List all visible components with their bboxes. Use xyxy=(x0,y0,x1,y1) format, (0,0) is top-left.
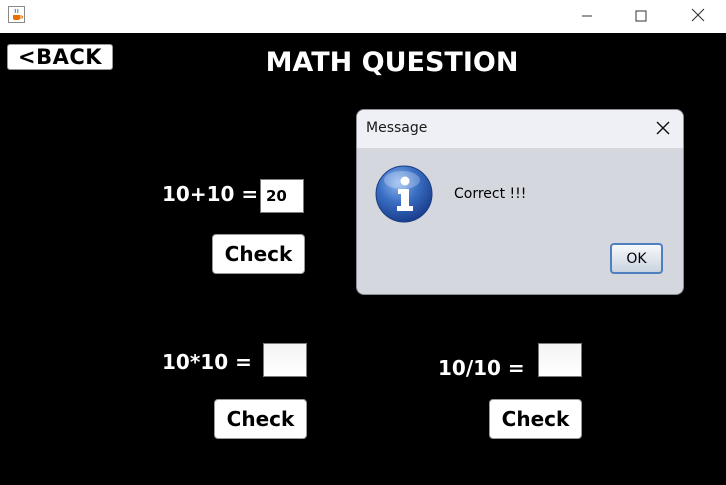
minimize-button[interactable] xyxy=(564,0,610,33)
info-icon xyxy=(375,165,433,223)
ok-button[interactable]: OK xyxy=(610,243,663,274)
answer-input-division[interactable] xyxy=(538,343,582,377)
maximize-button[interactable] xyxy=(618,0,664,33)
close-window-button[interactable] xyxy=(675,0,721,33)
question-label-division: 10/10 = xyxy=(438,356,525,380)
dialog-title: Message xyxy=(366,120,428,136)
close-icon xyxy=(656,120,670,139)
close-icon xyxy=(691,7,705,26)
dialog-close-button[interactable] xyxy=(653,119,673,139)
dialog-message: Correct !!! xyxy=(454,186,527,202)
maximize-icon xyxy=(635,7,647,26)
answer-input-multiplication[interactable] xyxy=(263,343,307,377)
check-button-addition[interactable]: Check xyxy=(212,234,305,274)
back-button[interactable]: <BACK xyxy=(7,44,113,70)
question-label-addition: 10+10 = xyxy=(162,182,259,206)
page-title: MATH QUESTION xyxy=(265,47,519,78)
minimize-icon xyxy=(581,7,593,26)
dialog-titlebar: Message xyxy=(357,110,683,148)
check-button-multiplication[interactable]: Check xyxy=(214,399,307,439)
question-label-multiplication: 10*10 = xyxy=(162,350,252,374)
check-button-division[interactable]: Check xyxy=(489,399,582,439)
window-titlebar xyxy=(0,0,726,33)
answer-input-addition[interactable]: 20 xyxy=(260,179,304,213)
message-dialog: Message Correct !!! OK xyxy=(356,109,684,295)
java-cup-icon xyxy=(8,6,25,23)
